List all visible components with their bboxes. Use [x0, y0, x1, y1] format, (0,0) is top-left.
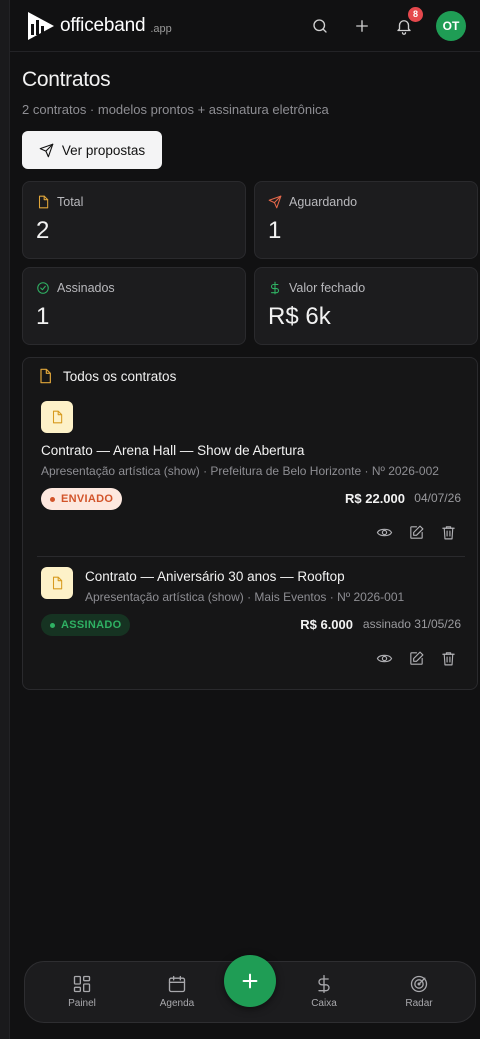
stat-label: Valor fechado: [289, 281, 366, 295]
nav-label: Caixa: [311, 998, 337, 1009]
status-label: ASSINADO: [61, 619, 122, 631]
stat-label: Aguardando: [289, 195, 358, 209]
logo-mark-icon: [28, 11, 54, 40]
radar-icon: [410, 975, 428, 993]
add-fab-button[interactable]: [224, 955, 276, 1007]
contract-title[interactable]: Contrato — Aniversário 30 anos — Rooftop: [85, 569, 345, 584]
send-icon: [39, 143, 54, 157]
contract-date: assinado 31/05/26: [362, 617, 461, 631]
calendar-icon: [168, 975, 186, 993]
send-icon: [268, 195, 282, 209]
stat-value: 1: [268, 217, 282, 244]
nav-label: Radar: [405, 998, 433, 1009]
search-icon[interactable]: [310, 16, 330, 36]
file-icon: [52, 410, 63, 424]
stat-card-signed: Assinados 1: [22, 267, 246, 345]
stat-label: Assinados: [57, 281, 115, 295]
status-dot: [50, 496, 55, 502]
page-title: Contratos: [22, 68, 111, 91]
status-dot: [50, 622, 55, 628]
contracts-panel: Todos os contratos Contrato — Arena Hall…: [22, 357, 478, 690]
contract-meta: Apresentação artística (show) · Prefeitu…: [41, 464, 439, 478]
add-icon[interactable]: [352, 16, 372, 36]
panel-title: Todos os contratos: [63, 368, 177, 384]
stat-card-awaiting: Aguardando 1: [254, 181, 478, 259]
logo-text: officeband: [60, 14, 146, 36]
top-actions: 8 OT: [310, 6, 466, 41]
nav-item-radar[interactable]: Radar: [389, 974, 449, 1009]
check-circle-icon: [37, 282, 49, 294]
avatar[interactable]: OT: [436, 10, 466, 41]
contract-doc-tile: [41, 567, 73, 599]
plus-icon: [242, 973, 258, 989]
stat-label: Total: [57, 195, 84, 209]
grid-icon: [73, 975, 91, 993]
trash-icon[interactable]: [439, 523, 457, 541]
nav-label: Agenda: [159, 998, 195, 1009]
contract-date: 04/07/26: [414, 491, 461, 505]
notification-count-badge: 8: [408, 6, 423, 22]
stat-value: 1: [36, 303, 50, 330]
view-proposals-label: Ver propostas: [61, 142, 146, 158]
status-label: ENVIADO: [61, 493, 114, 505]
divider: [37, 556, 465, 557]
edit-icon[interactable]: [407, 649, 425, 667]
stat-value: 2: [36, 217, 50, 244]
nav-label: Painel: [68, 998, 96, 1009]
stat-card-total: Total 2: [22, 181, 246, 259]
page-subtitle: 2 contratos · modelos prontos + assinatu…: [22, 102, 329, 117]
eye-icon[interactable]: [375, 523, 393, 541]
contract-meta: Apresentação artística (show) · Mais Eve…: [85, 590, 405, 604]
left-rail: [0, 0, 10, 1039]
stat-value: R$ 6k: [268, 303, 331, 330]
status-badge: ENVIADO: [41, 488, 123, 510]
stat-card-closed-value: Valor fechado R$ 6k: [254, 267, 478, 345]
contract-actions: [375, 649, 457, 667]
file-icon: [52, 576, 63, 590]
contract-amount: R$ 22.000: [345, 491, 405, 506]
nav-item-caixa[interactable]: Caixa: [294, 974, 354, 1009]
app-logo[interactable]: officeband .app: [26, 10, 172, 42]
contract-actions: [375, 523, 457, 541]
nav-item-agenda[interactable]: Agenda: [147, 974, 207, 1009]
dollar-icon: [318, 975, 330, 993]
contract-amount: R$ 6.000: [300, 617, 353, 632]
bell-icon[interactable]: 8: [394, 6, 423, 36]
top-bar: officeband .app 8 OT: [10, 0, 480, 52]
contract-title[interactable]: Contrato — Arena Hall — Show de Abertura: [41, 443, 304, 458]
contract-doc-tile: [41, 401, 73, 433]
panel-header: Todos os contratos: [37, 368, 176, 384]
trash-icon[interactable]: [439, 649, 457, 667]
file-icon: [38, 195, 49, 209]
eye-icon[interactable]: [375, 649, 393, 667]
dollar-icon: [270, 281, 280, 295]
status-badge: ASSINADO: [41, 614, 131, 636]
view-proposals-button[interactable]: Ver propostas: [22, 131, 162, 169]
edit-icon[interactable]: [407, 523, 425, 541]
nav-item-painel[interactable]: Painel: [52, 974, 112, 1009]
file-icon: [40, 368, 51, 384]
logo-suffix: .app: [150, 22, 172, 35]
